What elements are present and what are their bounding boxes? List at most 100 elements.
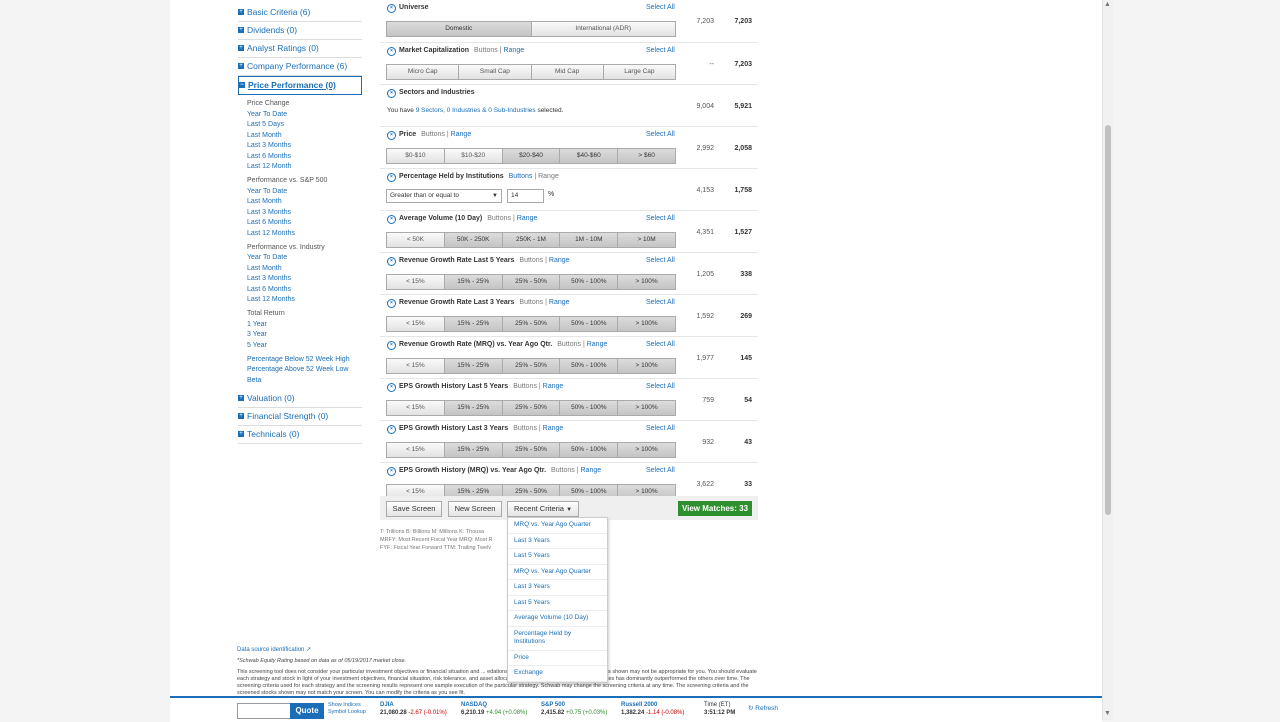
recent-criteria-item[interactable]: Last 3 Years (508, 580, 607, 596)
criterion-option-button[interactable]: $20-$40 (502, 149, 561, 163)
subcriteria-link[interactable]: Last Month (247, 197, 362, 208)
index-nasdaq[interactable]: NASDAQ 6,210.19 +4.94 (+0.08%) (461, 701, 527, 717)
buttons-mode-link[interactable]: Buttons (557, 341, 581, 348)
criterion-option-button[interactable]: 15% - 25% (444, 359, 503, 373)
category-dividends[interactable]: + Dividends (0) (238, 22, 362, 40)
category-financial-strength[interactable]: + Financial Strength (0) (238, 408, 362, 426)
sectors-selection-link[interactable]: 9 Sectors, 0 Industries & 0 Sub-Industri… (416, 107, 536, 114)
recent-criteria-item[interactable]: Last 5 Years (508, 596, 607, 611)
criterion-option-button[interactable]: > 100% (618, 317, 675, 331)
select-all-link[interactable]: Select All (646, 4, 675, 11)
range-mode-link[interactable]: Range (549, 299, 570, 306)
criterion-option-button[interactable]: Micro Cap (387, 65, 460, 79)
criterion-option-button[interactable]: Small Cap (459, 65, 532, 79)
scrollbar-thumb[interactable] (1105, 125, 1111, 515)
category-price-performance[interactable]: − Price Performance (0) (238, 76, 362, 95)
recent-criteria-item[interactable]: Last 5 Years (508, 549, 607, 565)
criterion-option-button[interactable]: Mid Cap (531, 65, 604, 79)
subcriteria-link[interactable]: Year To Date (247, 253, 362, 264)
remove-criterion-icon[interactable]: × (387, 89, 396, 98)
category-valuation[interactable]: + Valuation (0) (238, 390, 362, 408)
percentage-input[interactable]: 14 (507, 189, 544, 203)
criterion-option-button[interactable]: 25% - 50% (502, 443, 561, 457)
criterion-option-button[interactable]: $0-$10 (387, 149, 445, 163)
scroll-up-icon[interactable]: ▲ (1104, 1, 1111, 8)
remove-criterion-icon[interactable]: × (387, 341, 396, 350)
criterion-option-button[interactable]: 50% - 100% (560, 401, 619, 415)
subcriteria-link[interactable]: Percentage Above 52 Week Low (247, 365, 362, 376)
remove-criterion-icon[interactable]: × (387, 299, 396, 308)
subcriteria-link[interactable]: Year To Date (247, 110, 362, 121)
subcriteria-link[interactable]: Last 3 Months (247, 141, 362, 152)
criterion-option-button[interactable]: $10-$20 (444, 149, 503, 163)
expand-icon[interactable]: + (238, 413, 244, 419)
subcriteria-link[interactable]: Last Month (247, 131, 362, 142)
subcriteria-link[interactable]: Last 6 Months (247, 285, 362, 296)
subcriteria-link[interactable]: 1 Year (247, 320, 362, 331)
remove-criterion-icon[interactable]: × (387, 4, 396, 13)
expand-icon[interactable]: + (238, 395, 244, 401)
criterion-option-button[interactable]: 25% - 50% (502, 359, 561, 373)
subcriteria-link[interactable]: Last 5 Days (247, 120, 362, 131)
range-mode-link[interactable]: Range (581, 467, 602, 474)
expand-icon[interactable]: + (238, 63, 244, 69)
show-indices-link[interactable]: Show Indices (328, 702, 366, 709)
criterion-option-button[interactable]: < 15% (387, 317, 445, 331)
recent-criteria-item[interactable]: Percentage Held by Institutions (508, 627, 607, 651)
buttons-mode-link[interactable]: Buttons (513, 425, 537, 432)
recent-criteria-item[interactable]: Average Volume (10 Day) (508, 611, 607, 627)
category-analyst-ratings[interactable]: + Analyst Ratings (0) (238, 40, 362, 58)
criterion-option-button[interactable]: 25% - 50% (502, 275, 561, 289)
collapse-icon[interactable]: − (239, 82, 245, 88)
scroll-down-icon[interactable]: ▼ (1104, 710, 1111, 717)
subcriteria-link[interactable]: Beta (247, 376, 362, 387)
criterion-option-button[interactable]: 15% - 25% (444, 401, 503, 415)
range-mode-link[interactable]: Range (543, 425, 564, 432)
criterion-option-button[interactable]: 50K - 250K (444, 233, 503, 247)
select-all-link[interactable]: Select All (646, 131, 675, 138)
category-company-performance[interactable]: + Company Performance (6) (238, 58, 362, 76)
criterion-option-button[interactable]: Large Cap (603, 65, 675, 79)
range-mode-link[interactable]: Range (543, 383, 564, 390)
range-mode-link[interactable]: Range (538, 173, 559, 180)
criterion-option-button[interactable]: Domestic (387, 22, 532, 36)
comparison-select[interactable]: Greater than or equal to ▼ (386, 189, 502, 203)
select-all-link[interactable]: Select All (646, 425, 675, 432)
new-screen-button[interactable]: New Screen (448, 501, 502, 517)
criterion-option-button[interactable]: < 15% (387, 275, 445, 289)
buttons-mode-link[interactable]: Buttons (421, 131, 445, 138)
criterion-option-button[interactable]: 25% - 50% (502, 401, 561, 415)
criterion-option-button[interactable]: 15% - 25% (444, 317, 503, 331)
criterion-option-button[interactable]: > 100% (618, 359, 675, 373)
buttons-mode-link[interactable]: Buttons (519, 257, 543, 264)
refresh-link[interactable]: ↻ Refresh (748, 704, 778, 712)
expand-icon[interactable]: + (238, 9, 244, 15)
select-all-link[interactable]: Select All (646, 467, 675, 474)
subcriteria-link[interactable]: Last 3 Months (247, 208, 362, 219)
select-all-link[interactable]: Select All (646, 47, 675, 54)
criterion-option-button[interactable]: < 15% (387, 443, 445, 457)
range-mode-link[interactable]: Range (503, 47, 524, 54)
quote-symbol-input[interactable] (237, 703, 291, 719)
category-basic-criteria[interactable]: + Basic Criteria (6) (238, 4, 362, 22)
subcriteria-link[interactable]: Year To Date (247, 187, 362, 198)
vertical-scrollbar[interactable]: ▲ ▼ (1102, 0, 1113, 720)
subcriteria-link[interactable]: Percentage Below 52 Week High (247, 355, 362, 366)
criterion-option-button[interactable]: > 10M (618, 233, 675, 247)
criterion-option-button[interactable]: International (ADR) (531, 22, 675, 36)
buttons-mode-link[interactable]: Buttons (519, 299, 543, 306)
criterion-option-button[interactable]: 50% - 100% (560, 359, 619, 373)
subcriteria-link[interactable]: 5 Year (247, 341, 362, 352)
subcriteria-link[interactable]: Last 12 Months (247, 295, 362, 306)
save-screen-button[interactable]: Save Screen (386, 501, 442, 517)
recent-criteria-item[interactable]: Last 3 Years (508, 534, 607, 549)
range-mode-link[interactable]: Range (451, 131, 472, 138)
criterion-option-button[interactable]: $40-$60 (560, 149, 619, 163)
subcriteria-link[interactable]: Last 6 Months (247, 152, 362, 163)
remove-criterion-icon[interactable]: × (387, 215, 396, 224)
index-djia[interactable]: DJIA 21,080.28 -2.67 (-0.01%) (380, 701, 447, 717)
subcriteria-link[interactable]: 3 Year (247, 330, 362, 341)
criterion-option-button[interactable]: 15% - 25% (444, 275, 503, 289)
select-all-link[interactable]: Select All (646, 257, 675, 264)
subcriteria-link[interactable]: Last 12 Month (247, 162, 362, 173)
